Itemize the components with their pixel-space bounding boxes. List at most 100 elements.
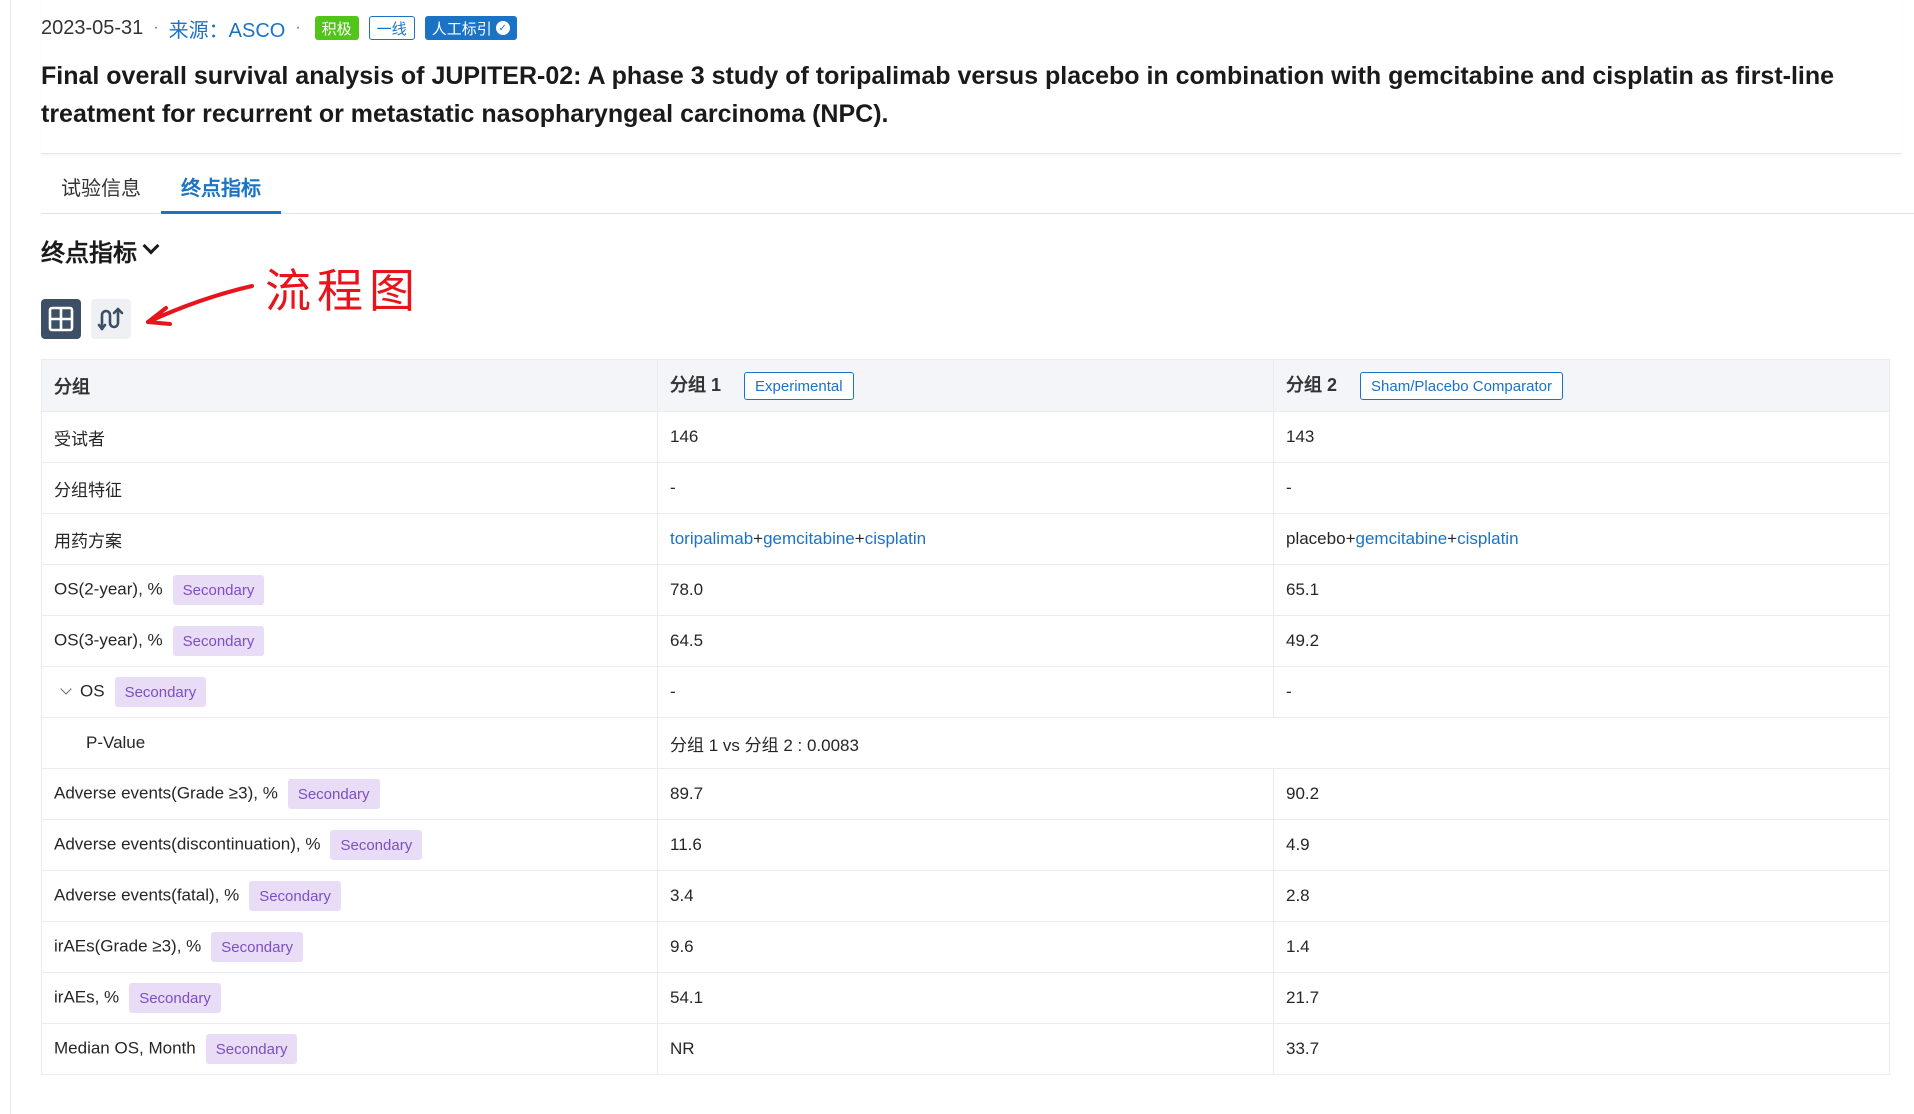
experimental-tag: Experimental bbox=[744, 372, 854, 401]
endpoint-table: 分组 分组 1 Experimental 分组 2 Sham/Placebo C… bbox=[41, 359, 1890, 1075]
flow-chart-icon bbox=[97, 307, 124, 331]
flow-chart-view-button[interactable] bbox=[91, 299, 131, 339]
endpoint-table-wrapper: 分组 分组 1 Experimental 分组 2 Sham/Placebo C… bbox=[41, 359, 1890, 1075]
group-2-value: 65.1 bbox=[1273, 564, 1890, 616]
table-row: 分组特征 - - bbox=[41, 462, 1890, 514]
p-value-label: P-Value bbox=[41, 717, 658, 769]
row-label: Median OS, Month Secondary bbox=[41, 1023, 658, 1075]
drug-link[interactable]: gemcitabine bbox=[1356, 529, 1448, 548]
group-1-value: NR bbox=[657, 1023, 1274, 1075]
section-title: 终点指标 bbox=[41, 239, 137, 267]
view-toggle bbox=[41, 299, 141, 339]
group-2-value: - bbox=[1273, 666, 1890, 718]
table-row: Median OS, Month Secondary NR 33.7 bbox=[41, 1023, 1890, 1075]
publish-date: 2023-05-31 bbox=[41, 16, 144, 39]
secondary-tag: Secondary bbox=[114, 677, 207, 707]
secondary-tag: Secondary bbox=[129, 983, 221, 1013]
group-2-value: 143 bbox=[1273, 411, 1890, 463]
secondary-tag: Secondary bbox=[211, 932, 303, 962]
group-2-regimen: placebo+gemcitabine+cisplatin bbox=[1273, 513, 1890, 565]
group-1-value: 64.5 bbox=[657, 615, 1274, 667]
check-circle-icon: ✓ bbox=[495, 21, 510, 35]
table-row: 受试者 146 143 bbox=[41, 411, 1890, 463]
p-value-comparison: 分组 1 vs 分组 2 : 0.0083 bbox=[657, 717, 1890, 769]
table-row: Adverse events(Grade ≥3), % Secondary 89.… bbox=[41, 768, 1890, 820]
manual-index-label: 人工标引 bbox=[431, 20, 492, 38]
group-1-value: 89.7 bbox=[657, 768, 1274, 820]
group-2-value: 90.2 bbox=[1273, 768, 1890, 820]
table-row: P-Value 分组 1 vs 分组 2 : 0.0083 bbox=[41, 717, 1890, 769]
table-row: OS(2-year), % Secondary 78.0 65.1 bbox=[41, 564, 1890, 616]
row-label: OS(3-year), % Secondary bbox=[41, 615, 658, 667]
group-1-regimen: toripalimab+gemcitabine+cisplatin bbox=[657, 513, 1274, 565]
row-label: Adverse events(fatal), % Secondary bbox=[41, 870, 658, 922]
table-row: Adverse events(fatal), % Secondary 3.4 2.… bbox=[41, 870, 1890, 922]
row-label: irAEs, % Secondary bbox=[41, 972, 658, 1024]
secondary-tag: Secondary bbox=[330, 830, 423, 860]
collapse-chevron-icon[interactable] bbox=[60, 682, 72, 695]
annotation-text: 流程图 bbox=[265, 264, 421, 318]
separator-dot: · bbox=[295, 19, 301, 36]
drug-link[interactable]: cisplatin bbox=[865, 529, 926, 548]
row-label: OS Secondary bbox=[41, 666, 658, 718]
article-header: 2023-05-31 · 来源：ASCO · 积极 一线 人工标引 ✓ Fina… bbox=[41, 0, 1901, 154]
row-label: Adverse events(discontinuation), % Second… bbox=[41, 819, 658, 871]
page-title: Final overall survival analysis of JUPIT… bbox=[41, 62, 1835, 128]
source-link[interactable]: 来源：ASCO bbox=[169, 14, 286, 43]
tab-trial-info[interactable]: 试验信息 bbox=[41, 168, 161, 214]
table-row[interactable]: OS Secondary - - bbox=[41, 666, 1890, 718]
row-label: Adverse events(Grade ≥3), % Secondary bbox=[41, 768, 658, 820]
group-2-value: 33.7 bbox=[1273, 1023, 1890, 1075]
secondary-tag: Secondary bbox=[287, 779, 380, 809]
group-2-value: 21.7 bbox=[1273, 972, 1890, 1024]
grid-icon bbox=[48, 306, 74, 332]
meta-row: 2023-05-31 · 来源：ASCO · 积极 一线 人工标引 ✓ bbox=[41, 14, 527, 43]
first-line-badge: 一线 bbox=[368, 16, 415, 40]
group-1-value: 11.6 bbox=[657, 819, 1274, 871]
drug-link[interactable]: toripalimab bbox=[670, 529, 753, 548]
secondary-tag: Secondary bbox=[172, 626, 265, 656]
group-1-value: 78.0 bbox=[657, 564, 1274, 616]
row-label: 分组特征 bbox=[41, 462, 658, 514]
table-header-row: 分组 分组 1 Experimental 分组 2 Sham/Placebo C… bbox=[41, 359, 1890, 412]
header-group-label: 分组 bbox=[41, 359, 658, 412]
header-group-2: 分组 2 Sham/Placebo Comparator bbox=[1273, 359, 1890, 412]
table-row: OS(3-year), % Secondary 64.5 49.2 bbox=[41, 615, 1890, 667]
row-label: 受试者 bbox=[41, 411, 658, 463]
table-view-button[interactable] bbox=[41, 299, 81, 339]
table-row: 用药方案 toripalimab+gemcitabine+cisplatin p… bbox=[41, 513, 1890, 565]
drug-name: placebo bbox=[1286, 529, 1346, 548]
group-1-value: - bbox=[657, 462, 1274, 514]
header-group-1: 分组 1 Experimental bbox=[657, 359, 1274, 412]
group-1-value: 9.6 bbox=[657, 921, 1274, 973]
group-2-value: 49.2 bbox=[1273, 615, 1890, 667]
group-1-value: 146 bbox=[657, 411, 1274, 463]
placebo-comparator-tag: Sham/Placebo Comparator bbox=[1360, 372, 1563, 401]
secondary-tag: Secondary bbox=[172, 575, 265, 605]
table-row: irAEs(Grade ≥3), % Secondary 9.6 1.4 bbox=[41, 921, 1890, 973]
positive-badge: 积极 bbox=[314, 16, 359, 40]
group-2-value: - bbox=[1273, 462, 1890, 514]
table-row: Adverse events(discontinuation), % Second… bbox=[41, 819, 1890, 871]
secondary-tag: Secondary bbox=[205, 1034, 298, 1064]
group-2-value: 4.9 bbox=[1273, 819, 1890, 871]
secondary-tag: Secondary bbox=[249, 881, 341, 911]
left-border bbox=[10, 0, 11, 1114]
group-2-value: 2.8 bbox=[1273, 870, 1890, 922]
group-1-value: - bbox=[657, 666, 1274, 718]
manual-index-badge: 人工标引 ✓ bbox=[424, 16, 517, 40]
chevron-down-icon bbox=[142, 237, 160, 255]
flow-chart-annotation: 流程图 bbox=[140, 255, 440, 326]
table-row: irAEs, % Secondary 54.1 21.7 bbox=[41, 972, 1890, 1024]
row-label: irAEs(Grade ≥3), % Secondary bbox=[41, 921, 658, 973]
drug-link[interactable]: gemcitabine bbox=[763, 529, 855, 548]
row-label: OS(2-year), % Secondary bbox=[41, 564, 658, 616]
drug-link[interactable]: cisplatin bbox=[1457, 529, 1518, 548]
tab-bar: 试验信息 终点指标 bbox=[41, 168, 1914, 214]
group-1-value: 3.4 bbox=[657, 870, 1274, 922]
group-1-value: 54.1 bbox=[657, 972, 1274, 1024]
row-label: 用药方案 bbox=[41, 513, 658, 565]
group-2-value: 1.4 bbox=[1273, 921, 1890, 973]
tab-endpoints[interactable]: 终点指标 bbox=[161, 168, 281, 214]
red-arrow-icon bbox=[146, 284, 254, 326]
